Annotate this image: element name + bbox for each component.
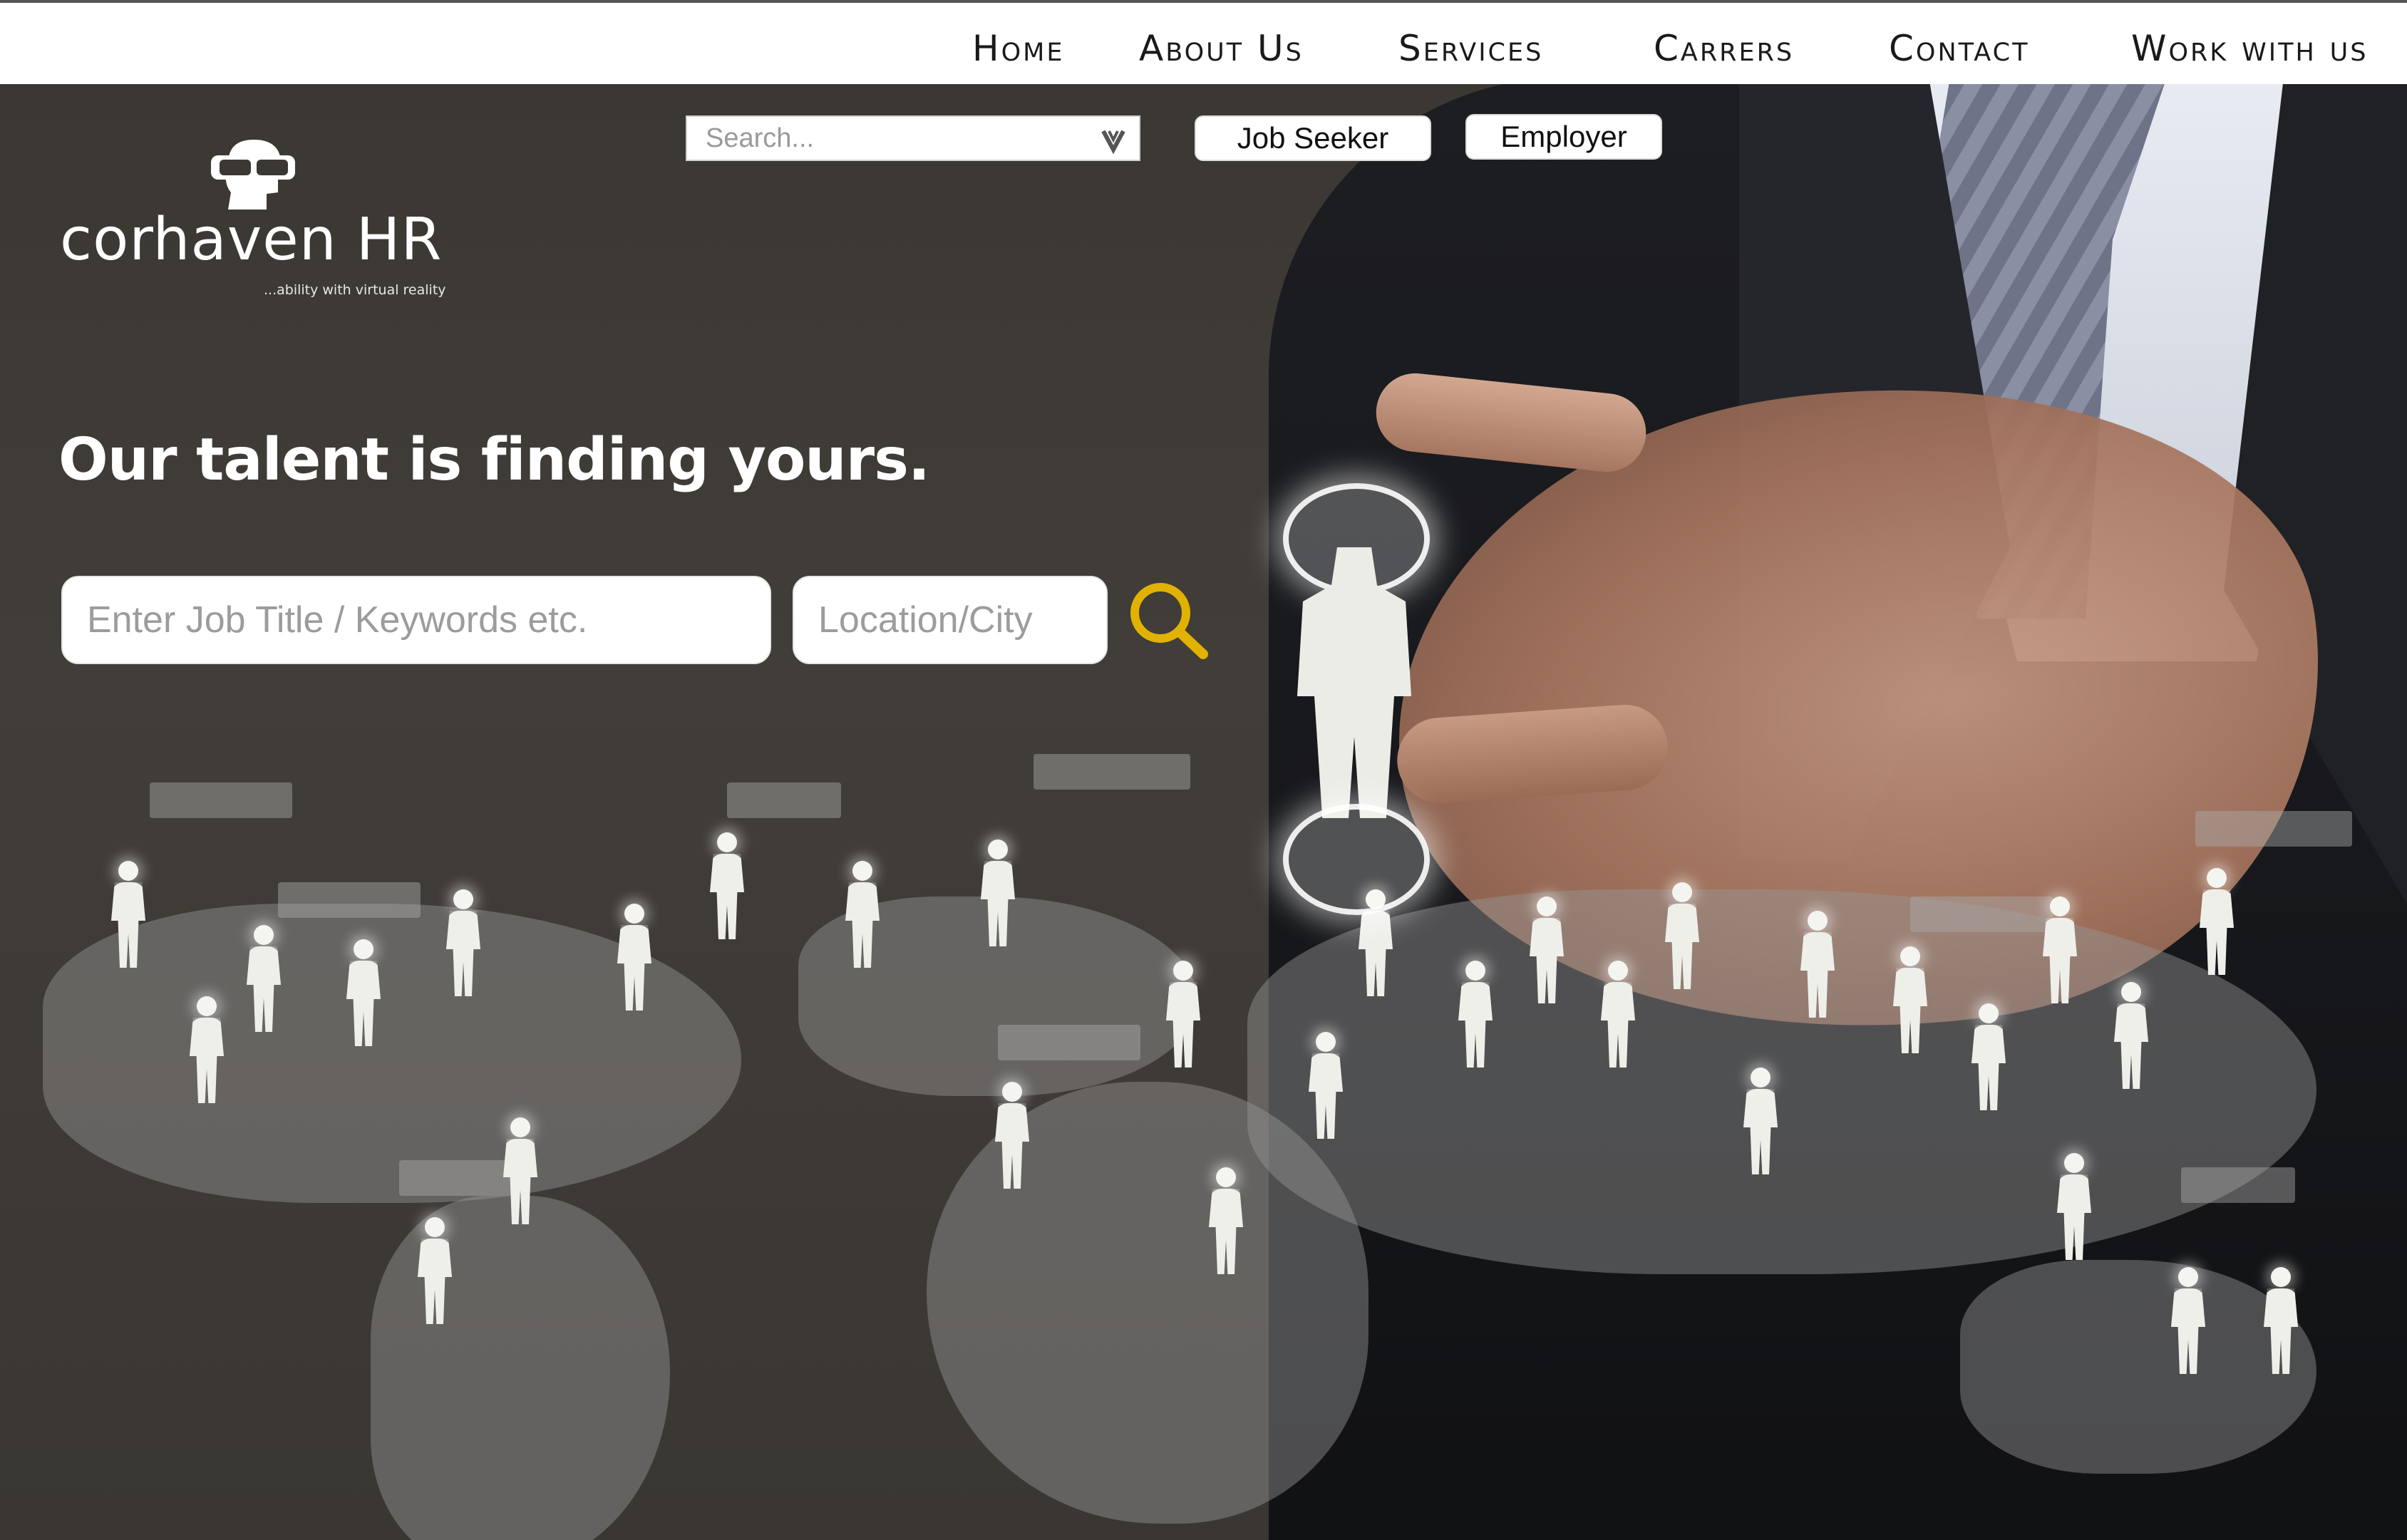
speech-bubble [150,782,292,818]
location-input[interactable] [794,577,1106,663]
nav-contact[interactable]: Contact [1889,27,2029,70]
speech-bubble [727,782,841,818]
job-keyword-field[interactable] [61,576,771,664]
person-figure [1454,961,1497,1068]
location-field[interactable] [793,576,1108,664]
speech-bubble [2195,811,2352,847]
person-figure [342,939,385,1046]
person-figure [1739,1068,1782,1174]
speech-bubble [278,882,421,918]
speech-bubble [399,1160,513,1196]
nav-home[interactable]: Home [972,27,1064,70]
top-navigation: Home About Us Services Carrers Contact W… [0,0,2407,84]
person-figure [1967,1003,2010,1110]
person-figure [1525,896,1568,1003]
person-figure [1162,961,1205,1068]
person-figure [1297,547,1411,818]
person-figure [2259,1267,2302,1374]
person-figure [2167,1267,2210,1374]
person-figure [706,832,748,939]
hero-headline: Our talent is finding yours. [58,426,930,494]
person-figure [2195,868,2238,975]
glow-ring [1283,804,1430,915]
hero-section: corhaven HR ...ability with virtual real… [0,84,2407,1540]
magnifier-icon[interactable] [1125,577,1212,664]
site-search[interactable] [686,115,1140,161]
brand-name[interactable]: corhaven HR [60,201,442,279]
person-figure [2110,982,2153,1089]
person-figure [107,861,150,968]
site-search-input[interactable] [687,117,1086,160]
chevron-down-icon[interactable] [1098,124,1129,155]
person-figure [841,861,884,968]
person-figure [2039,896,2081,1003]
job-seeker-button[interactable]: Job Seeker [1195,115,1431,161]
speech-bubble [1034,754,1190,790]
person-figure [613,904,656,1011]
person-figure [499,1117,542,1224]
person-figure [413,1217,456,1324]
nav-services[interactable]: Services [1398,27,1543,70]
nav-work-with-us[interactable]: Work with us [2131,27,2369,70]
page: Home About Us Services Carrers Contact W… [0,0,2407,1540]
person-figure [991,1082,1034,1189]
employer-button[interactable]: Employer [1465,114,1662,160]
speech-bubble [1910,896,2053,932]
brand-tagline: ...ability with virtual reality [264,282,446,298]
person-figure [185,996,228,1103]
speech-bubble [998,1025,1140,1060]
person-figure [1205,1167,1247,1274]
person-figure [2053,1153,2096,1260]
nav-about-us[interactable]: About Us [1139,27,1304,70]
held-person-figure [1269,483,1440,925]
speech-bubble [2181,1167,2295,1203]
person-figure [1304,1032,1347,1139]
person-figure [442,889,485,996]
job-keyword-input[interactable] [63,577,770,663]
person-figure [1597,961,1639,1068]
person-figure [1661,882,1704,989]
person-figure [242,925,285,1032]
person-figure [976,839,1019,946]
nav-carrers[interactable]: Carrers [1654,27,1794,70]
person-figure [1796,911,1839,1018]
person-figure [1889,946,1932,1053]
